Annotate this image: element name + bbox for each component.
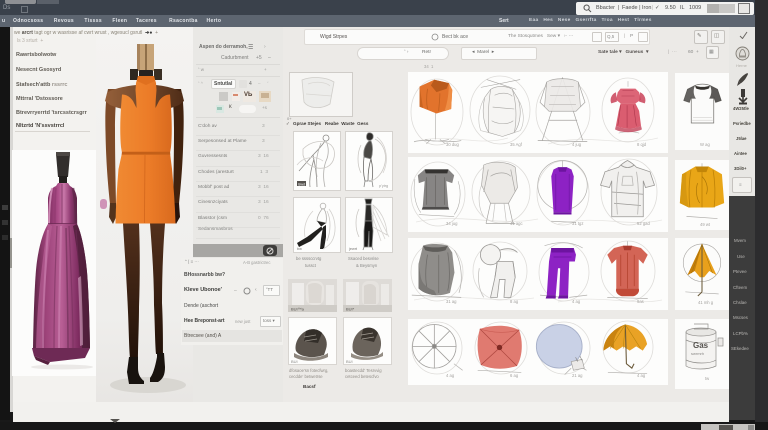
svg-text:jewrt: jewrt (348, 247, 358, 251)
svg-text:bw: bw (297, 247, 302, 251)
svg-text:swrmrh: swrmrh (691, 351, 704, 356)
svg-text:BUI*: BUI* (346, 307, 355, 312)
svg-text:BUI™a: BUI™a (291, 307, 305, 312)
svg-text:p'ytrg: p'ytrg (379, 184, 388, 188)
svg-text:BUI: BUI (291, 359, 298, 364)
svg-text:Gas: Gas (693, 341, 709, 350)
svg-text:BUI: BUI (346, 359, 353, 364)
svg-text:lswd: lswd (298, 182, 305, 186)
